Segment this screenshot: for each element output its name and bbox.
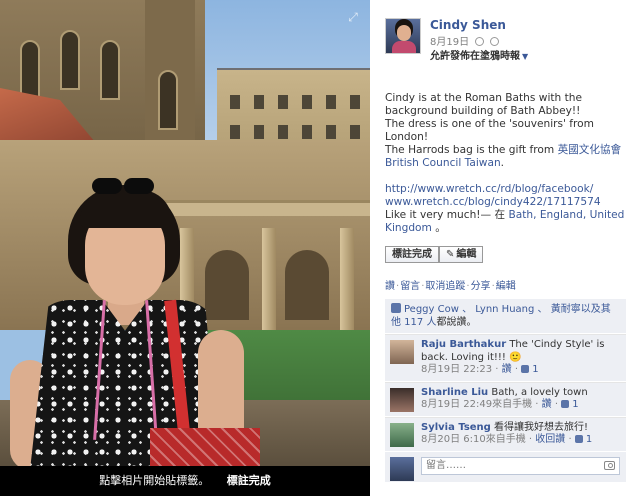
finish-tagging-link[interactable]: 標註完成 — [227, 474, 271, 487]
privacy-label: 允許發佈在塗鴉時報 — [430, 51, 520, 62]
photo-arch — [285, 250, 329, 320]
post-line-text: . — [500, 157, 505, 169]
likes-suffix: 都說讚。 — [436, 317, 477, 328]
post-line-text: 。 — [431, 222, 446, 234]
thumbs-up-icon — [521, 365, 530, 373]
like-action[interactable]: 讚 — [385, 281, 395, 292]
photo[interactable]: ⤢ — [0, 0, 370, 466]
comment-item: Raju Barthakur The 'Cindy Style' is back… — [385, 334, 626, 381]
commenter-name[interactable]: Sylvia Tseng — [421, 422, 491, 433]
post-line: The Harrods bag is the gift from 英國文化協會 … — [385, 144, 626, 170]
post-line: Cindy is at the Roman Baths with the bac… — [385, 92, 583, 117]
comment-like-number: 1 — [532, 364, 539, 375]
photo-sunglasses — [124, 178, 154, 194]
share-action[interactable]: 分享 — [471, 281, 491, 292]
comment-like-number: 1 — [572, 399, 579, 410]
photo-sunglasses — [92, 178, 122, 194]
photo-window — [158, 70, 178, 130]
photo-window — [254, 95, 264, 109]
comment-like-count[interactable]: 1 — [561, 399, 579, 410]
photo-window — [60, 30, 80, 90]
comment-unlike-action[interactable]: 收回讚 — [535, 434, 565, 445]
comment-action[interactable]: 留言 — [400, 281, 420, 292]
unfollow-action[interactable]: 取消追蹤 — [425, 281, 465, 292]
photo-bangs — [80, 190, 172, 228]
photo-window — [350, 95, 360, 109]
comment-text: 看得讓我好想去旅行! — [494, 421, 589, 433]
tagging-instruction: 點擊相片開始貼標籤。 — [99, 474, 210, 487]
comment-time[interactable]: 8月19日 22:49來自手機 — [421, 399, 532, 410]
commenter-avatar[interactable] — [390, 340, 414, 364]
globe-icon[interactable] — [490, 37, 500, 46]
photo-pillar — [340, 228, 354, 333]
privacy-selector[interactable]: 允許發佈在塗鴉時報 ▼ — [430, 47, 528, 62]
tagging-caption-bar: 點擊相片開始貼標籤。 標註完成 — [0, 466, 370, 496]
photo-arch — [205, 250, 249, 320]
photo-terrace — [160, 200, 370, 216]
post-actions: 讚·留言·取消追蹤·分享·編輯 — [385, 281, 516, 292]
post-url-link[interactable]: http://www.wretch.cc/rd/blog/facebook/ w… — [385, 183, 626, 209]
comment-item: Sharline Liu Bath, a lovely town 8月19日 2… — [385, 381, 626, 416]
photo-window — [278, 125, 288, 139]
comment-like-number: 1 — [585, 434, 593, 445]
post-header: Cindy Shen 8月19日 允許發佈在塗鴉時報 ▼ — [385, 18, 626, 64]
photo-window — [350, 125, 360, 139]
photo-harrods-bag — [150, 428, 260, 466]
commenter-avatar[interactable] — [390, 387, 414, 412]
current-user-avatar — [390, 456, 414, 481]
post-line: Like it very much!— 在 Bath, England, Uni… — [385, 209, 626, 235]
tag-buttons: 標註完成 ✎ 編輯 — [385, 246, 626, 264]
author-name[interactable]: Cindy Shen — [430, 18, 506, 32]
commenter-avatar[interactable] — [390, 422, 414, 447]
photo-window — [254, 125, 264, 139]
photo-window — [230, 95, 240, 109]
comment-text: Bath, a lovely town — [491, 386, 588, 398]
camera-icon[interactable] — [604, 460, 615, 470]
photo-window — [230, 125, 240, 139]
photo-window — [100, 40, 120, 100]
photo-window — [20, 40, 40, 100]
chevron-down-icon: ▼ — [522, 52, 529, 61]
comment-like-count[interactable]: 1 — [574, 434, 593, 445]
photo-window — [326, 95, 336, 109]
finish-tagging-button[interactable]: 標註完成 — [385, 246, 439, 263]
post-line-text: Like it very much!— 在 — [385, 209, 509, 221]
likers-link[interactable]: Peggy Cow 、 Lynn Huang 、 黃耐寧以及其他 117 人 — [391, 304, 611, 328]
comment-like-action[interactable]: 讚 — [542, 399, 552, 410]
post-line: The dress is one of the 'souvenirs' from… — [385, 118, 594, 143]
thumbs-up-icon — [574, 435, 583, 443]
thumbs-up-icon — [391, 303, 401, 313]
author-avatar[interactable] — [385, 18, 421, 54]
comment-placeholder: 留言…… — [426, 459, 466, 471]
comment-item: Sylvia Tseng 看得讓我好想去旅行! 8月20日 6:10來自手機 ·… — [385, 416, 626, 451]
likes-summary: Peggy Cow 、 Lynn Huang 、 黃耐寧以及其他 117 人都說… — [385, 299, 626, 333]
comment-time[interactable]: 8月19日 22:23 — [421, 364, 492, 375]
clock-icon — [475, 37, 485, 46]
post-meta: 8月19日 — [430, 33, 500, 48]
comment-composer: 留言…… — [385, 451, 626, 482]
thumbs-up-icon — [561, 400, 570, 408]
edit-button-label: 編輯 — [456, 249, 477, 260]
comment-time[interactable]: 8月20日 6:10來自手機 — [421, 434, 526, 445]
comment-input[interactable]: 留言…… — [421, 456, 620, 475]
commenter-name[interactable]: Sharline Liu — [421, 387, 488, 398]
post-body: Cindy is at the Roman Baths with the bac… — [385, 92, 626, 235]
photo-window — [302, 95, 312, 109]
photo-pillar — [262, 228, 276, 333]
expand-icon[interactable]: ⤢ — [346, 10, 360, 24]
photo-window — [302, 125, 312, 139]
post-panel: Cindy Shen 8月19日 允許發佈在塗鴉時報 ▼ Cindy is at … — [370, 0, 640, 496]
comment-like-action[interactable]: 讚 — [502, 364, 512, 375]
comment-like-count[interactable]: 1 — [521, 364, 539, 375]
pencil-icon: ✎ — [446, 249, 455, 260]
photo-window — [326, 125, 336, 139]
photo-window — [278, 95, 288, 109]
edit-button[interactable]: ✎ 編輯 — [439, 246, 484, 263]
photo-viewer: ⤢ 點擊相片開始貼標籤。 標註完成 — [0, 0, 370, 496]
commenter-name[interactable]: Raju Barthakur — [421, 339, 506, 350]
post-line-text: The Harrods bag is the gift from — [385, 144, 558, 156]
edit-action[interactable]: 編輯 — [496, 281, 516, 292]
